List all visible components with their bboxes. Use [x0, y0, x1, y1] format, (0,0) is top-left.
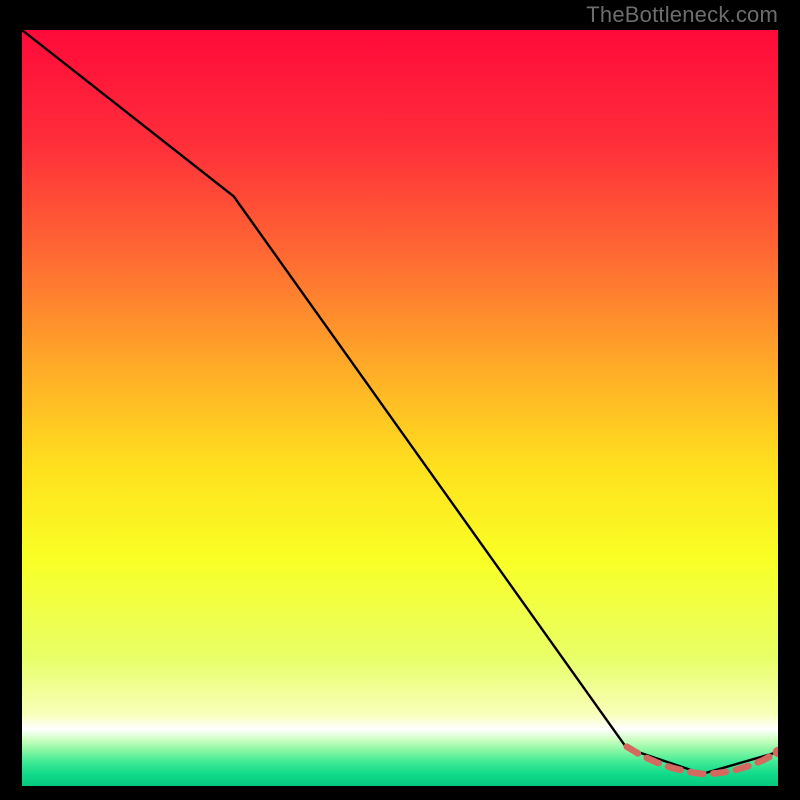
- chart-svg: [22, 30, 778, 786]
- attribution-label: TheBottleneck.com: [586, 2, 778, 28]
- plot-area: [22, 30, 778, 786]
- chart-frame: TheBottleneck.com: [0, 0, 800, 800]
- gradient-background: [22, 30, 778, 786]
